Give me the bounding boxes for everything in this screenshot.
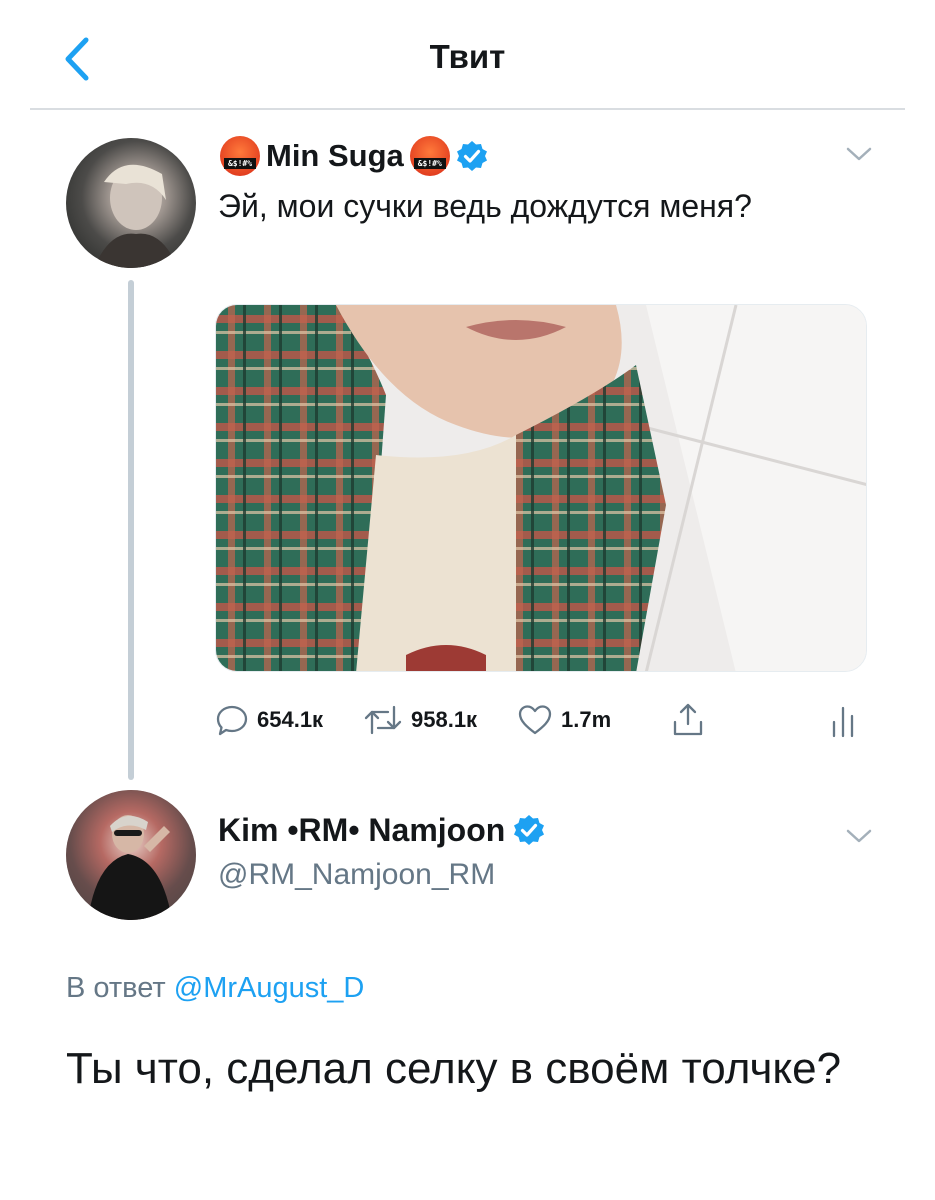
reply-to-link[interactable]: @MrAugust_D bbox=[174, 972, 365, 1004]
retweet-icon bbox=[364, 705, 402, 735]
tweet1-text: Эй, мои сучки ведь дождутся меня? bbox=[218, 188, 752, 224]
verified-badge-icon bbox=[514, 815, 545, 845]
thread-connector-line bbox=[128, 280, 134, 780]
tweet2-text: Ты что, сделал селку в своём толчке? bbox=[66, 1044, 842, 1093]
avatar-image bbox=[66, 790, 196, 920]
reply-context: В ответ @MrAugust_D bbox=[66, 972, 364, 1005]
reply-count: 654.1к bbox=[257, 707, 324, 732]
tweet1-author-name: Min Suga bbox=[266, 138, 404, 173]
angry-cursing-face-emoji-icon: &$!#% bbox=[220, 136, 260, 176]
tweet1-author-row[interactable]: &$!#% Min Suga &$!#% bbox=[220, 134, 488, 178]
tweet1-photo[interactable] bbox=[215, 304, 867, 672]
share-button[interactable] bbox=[671, 700, 705, 740]
chevron-down-icon[interactable] bbox=[846, 828, 872, 844]
photo-image bbox=[216, 305, 866, 671]
reply-button[interactable]: 654.1к bbox=[215, 700, 323, 740]
like-button[interactable]: 1.7m bbox=[517, 700, 611, 740]
avatar-kim-namjoon[interactable] bbox=[66, 790, 196, 920]
avatar-min-suga[interactable] bbox=[66, 138, 196, 268]
tweet2-author-name: Kim •RM• Namjoon bbox=[218, 811, 506, 848]
analytics-icon bbox=[832, 706, 854, 738]
retweet-button[interactable]: 958.1к bbox=[363, 700, 477, 740]
reply-prefix: В ответ bbox=[66, 972, 166, 1004]
like-count: 1.7m bbox=[561, 707, 612, 732]
tweet2-author-row[interactable]: Kim •RM• Namjoon bbox=[218, 808, 545, 852]
retweet-count: 958.1к bbox=[411, 707, 478, 732]
avatar-image bbox=[94, 164, 178, 268]
chevron-down-icon[interactable] bbox=[846, 146, 872, 162]
tweet1-action-bar: 654.1к 958.1к 1.7m bbox=[215, 700, 875, 740]
tweet2-author-handle[interactable]: @RM_Namjoon_RM bbox=[218, 858, 495, 892]
header-divider bbox=[30, 108, 905, 110]
angry-cursing-face-emoji-icon: &$!#% bbox=[409, 136, 450, 176]
analytics-button[interactable] bbox=[829, 700, 857, 740]
heart-icon bbox=[518, 705, 552, 735]
share-icon bbox=[673, 703, 703, 736]
comment-icon bbox=[216, 705, 248, 736]
verified-badge-icon bbox=[456, 141, 487, 171]
navigation-header: Твит bbox=[0, 0, 935, 110]
page-title: Твит bbox=[429, 38, 506, 75]
